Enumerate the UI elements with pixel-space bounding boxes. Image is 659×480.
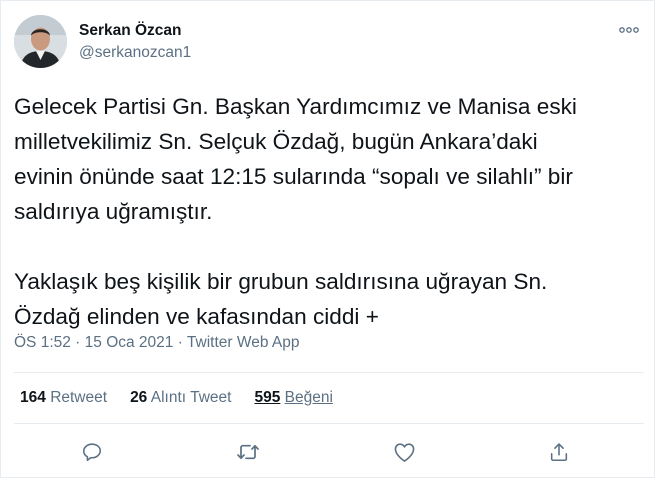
share-icon xyxy=(550,443,568,462)
reply-icon xyxy=(82,443,102,462)
divider xyxy=(14,423,644,424)
likes-count: 595 xyxy=(254,389,281,406)
tweet-source[interactable]: Twitter Web App xyxy=(187,334,300,351)
avatar[interactable] xyxy=(14,15,67,68)
quotes-stat[interactable]: 26 Alıntı Tweet xyxy=(130,389,231,407)
author-name[interactable]: Serkan Özcan xyxy=(79,22,182,40)
retweet-button[interactable] xyxy=(235,439,261,465)
like-button[interactable] xyxy=(391,439,417,465)
retweets-label: Retweet xyxy=(50,389,108,406)
reply-button[interactable] xyxy=(79,439,105,465)
tweet-paragraph-2: Yaklaşık beş kişilik bir grubun saldırıs… xyxy=(14,269,548,329)
divider xyxy=(14,372,644,373)
tweet-date[interactable]: 15 Oca 2021 xyxy=(85,334,174,351)
tweet-card: Serkan Özcan @serkanozcan1 Gelecek Parti… xyxy=(0,0,655,478)
quotes-label: Alıntı Tweet xyxy=(150,389,232,406)
likes-stat[interactable]: 595 Beğeni xyxy=(254,389,332,407)
share-button[interactable] xyxy=(546,439,572,465)
tweet-time[interactable]: ÖS 1:52 xyxy=(14,334,71,351)
more-icon xyxy=(619,27,639,33)
meta-separator: · xyxy=(70,334,85,351)
tweet-stats: 164 Retweet 26 Alıntı Tweet 595 Beğeni xyxy=(20,389,356,407)
action-bar xyxy=(1,439,656,469)
tweet-text: Gelecek Partisi Gn. Başkan Yardımcımız v… xyxy=(14,89,644,334)
quotes-count: 26 xyxy=(130,389,148,406)
retweets-count: 164 xyxy=(20,389,46,406)
meta-separator: · xyxy=(173,334,187,351)
likes-label: Beğeni xyxy=(284,389,333,406)
more-options-button[interactable] xyxy=(615,19,643,41)
like-icon xyxy=(394,442,414,462)
tweet-meta: ÖS 1:52 · 15 Oca 2021 · Twitter Web App xyxy=(14,334,300,352)
author-handle[interactable]: @serkanozcan1 xyxy=(79,44,191,62)
tweet-paragraph-1: Gelecek Partisi Gn. Başkan Yardımcımız v… xyxy=(14,94,577,224)
user-photo-icon xyxy=(14,15,67,68)
retweets-stat[interactable]: 164 Retweet xyxy=(20,389,107,407)
retweet-icon xyxy=(237,444,259,460)
